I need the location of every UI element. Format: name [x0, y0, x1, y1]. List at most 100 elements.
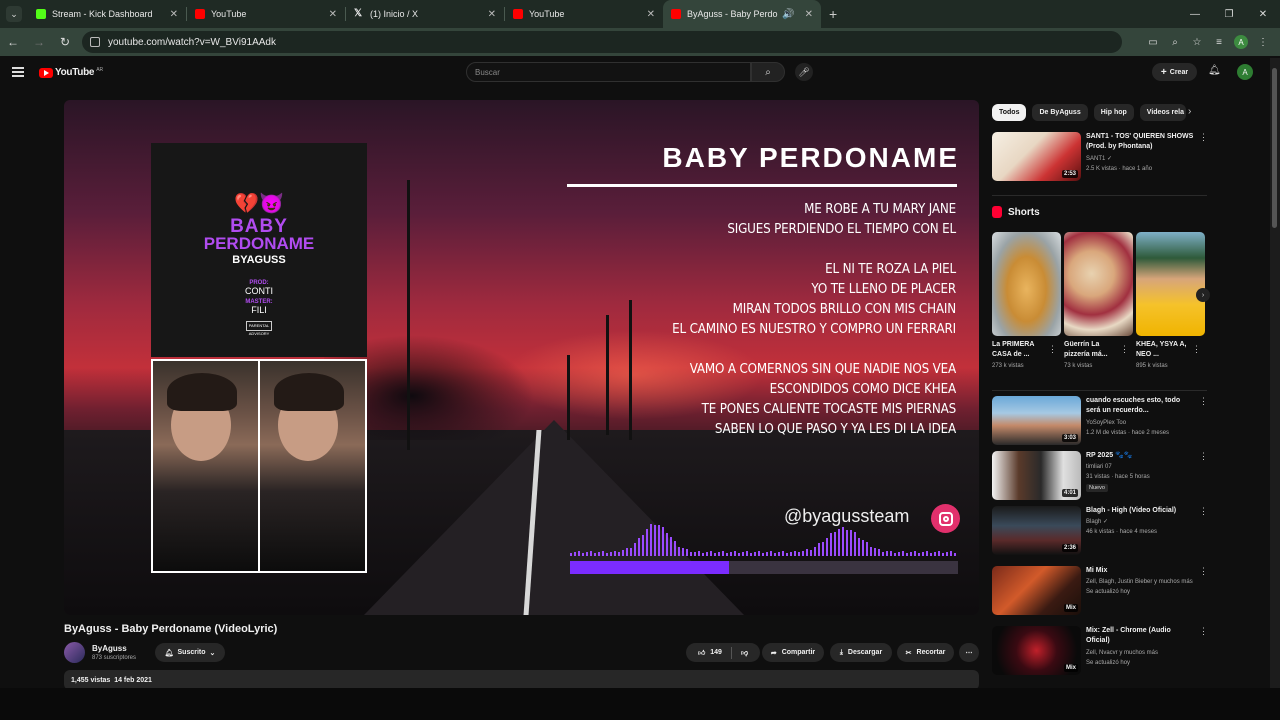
profile-avatar[interactable]: A: [1234, 35, 1248, 49]
more-options-icon[interactable]: ⋮: [1048, 344, 1057, 355]
search-button[interactable]: ⌕: [751, 62, 785, 82]
channel-avatar[interactable]: [64, 642, 85, 663]
filter-chips: Todos De ByAguss Hip hop Videos rela: [992, 104, 1186, 121]
close-icon[interactable]: ✕: [488, 9, 496, 20]
waveform-bar: [774, 553, 776, 556]
recommended-video[interactable]: 3:03 cuando escuches esto, todo será un …: [992, 396, 1208, 448]
short-item[interactable]: KHEA, YSYA A, NEO ... 895 k vistas ⋮: [1136, 232, 1205, 369]
short-item[interactable]: La PRIMERA CASA de ... 273 k vistas ⋮: [992, 232, 1061, 369]
waveform-bar: [618, 552, 620, 556]
waveform-bar: [718, 552, 720, 556]
dislike-button[interactable]: 👎︎: [741, 648, 748, 657]
more-options-icon[interactable]: ⋮: [1199, 451, 1208, 462]
new-tab-button[interactable]: +: [829, 6, 837, 22]
chevron-right-icon: ›: [1201, 291, 1205, 299]
recommended-mix[interactable]: Mix Mix: Zell - Chrome (Audio Oficial) Z…: [992, 626, 1208, 678]
close-icon[interactable]: ✕: [329, 9, 337, 20]
close-icon[interactable]: ✕: [170, 9, 178, 20]
lyric-line: MIRAN TODOS BRILLO CON MIS CHAIN: [732, 302, 957, 317]
like-button[interactable]: 👍︎ 149: [698, 648, 722, 657]
waveform-bar: [682, 548, 684, 556]
more-options-icon[interactable]: ⋮: [1199, 626, 1208, 637]
url-field[interactable]: youtube.com/watch?v=W_BVi91AAdk: [82, 31, 1122, 53]
site-info-icon[interactable]: [90, 37, 100, 47]
chip-related[interactable]: Videos rela: [1139, 104, 1186, 121]
chip-hip-hop[interactable]: Hip hop: [1093, 104, 1134, 121]
more-options-icon[interactable]: ⋮: [1120, 344, 1129, 355]
speaker-icon[interactable]: 🔊: [782, 9, 794, 20]
mix-label: Mix: [1063, 664, 1078, 672]
browser-menu-icon[interactable]: ⋮: [1252, 37, 1274, 48]
subscribed-button[interactable]: 🔔︎ Suscrito ⌄: [155, 643, 225, 662]
waveform-bar: [926, 551, 928, 556]
taskbar-area: [0, 688, 1280, 720]
more-options-icon[interactable]: ⋮: [1199, 132, 1208, 143]
chevron-right-icon[interactable]: ›: [1188, 106, 1191, 117]
waveform-bar: [934, 552, 936, 556]
tab-youtube-2[interactable]: YouTube ✕: [505, 0, 663, 28]
chip-all[interactable]: Todos: [992, 104, 1027, 121]
waveform-bar: [834, 532, 836, 556]
more-options-icon[interactable]: ⋮: [1192, 344, 1201, 355]
waveform-bar: [870, 547, 872, 556]
recommended-video[interactable]: 4:01 RP 2025 🐾🐾 timliari 07 31 vistas · …: [992, 451, 1208, 503]
create-button[interactable]: + Crear: [1152, 63, 1197, 81]
close-icon[interactable]: ✕: [805, 9, 813, 20]
bookmark-star-icon[interactable]: ☆: [1186, 37, 1208, 48]
waveform-bar: [570, 553, 572, 556]
album-cover: 💔😈 BABY PERDONAME BYAGUSS PROD: CONTI MA…: [151, 143, 367, 357]
reading-list-icon[interactable]: ≡: [1208, 37, 1230, 48]
search-input[interactable]: Buscar: [466, 62, 751, 82]
close-icon[interactable]: ✕: [647, 9, 655, 20]
video-meta: 2.5 K vistas · hace 1 año: [1086, 166, 1153, 172]
cast-icon[interactable]: ▭: [1142, 37, 1164, 48]
tab-active-video[interactable]: ByAguss - Baby Perdoname 🔊 ✕: [663, 0, 821, 28]
notifications-bell-icon[interactable]: 🔔︎: [1208, 65, 1221, 76]
more-options-icon[interactable]: ⋮: [1199, 566, 1208, 577]
zoom-icon[interactable]: ⌕: [1164, 37, 1186, 48]
recommended-video[interactable]: 2:36 Blagh - High (Video Oficial) Blagh …: [992, 506, 1208, 558]
forward-button[interactable]: →: [26, 35, 52, 49]
waveform-bar: [678, 546, 680, 556]
shorts-header: Shorts: [992, 206, 1040, 218]
youtube-logo[interactable]: YouTube AR: [39, 67, 103, 78]
short-thumbnail: [1136, 232, 1205, 336]
tab-kick[interactable]: Stream - Kick Dashboard ✕: [28, 0, 186, 28]
close-window-button[interactable]: ✕: [1246, 0, 1280, 28]
description-box[interactable]: 1,455 vistas 14 feb 2021: [64, 670, 979, 690]
download-icon: ⤓: [839, 648, 843, 656]
user-avatar[interactable]: A: [1237, 64, 1253, 80]
waveform-bar: [942, 553, 944, 556]
waveform-bar: [686, 549, 688, 556]
waveform-bar: [638, 537, 640, 556]
video-player[interactable]: 💔😈 BABY PERDONAME BYAGUSS PROD: CONTI MA…: [64, 100, 979, 615]
channel-name[interactable]: ByAguss: [92, 644, 127, 653]
waveform-bar: [758, 551, 760, 556]
voice-search-button[interactable]: 🎤︎: [795, 63, 813, 81]
video-duration: 4:01: [1061, 489, 1078, 497]
waveform-bar: [738, 553, 740, 556]
minimize-button[interactable]: —: [1178, 0, 1212, 28]
share-button[interactable]: ➦ Compartir: [762, 643, 824, 662]
waveform-bar: [706, 551, 708, 556]
tab-x[interactable]: 𝕏 (1) Inicio / X ✕: [346, 0, 504, 28]
chip-from-channel[interactable]: De ByAguss: [1032, 104, 1088, 121]
restore-button[interactable]: ❐: [1212, 0, 1246, 28]
more-options-icon[interactable]: ⋮: [1199, 396, 1208, 407]
reload-button[interactable]: ↻: [52, 35, 78, 49]
back-button[interactable]: ←: [0, 35, 26, 49]
short-item[interactable]: Güerrín La pizzería má... 73 k vistas ⋮: [1064, 232, 1133, 369]
tab-search-button[interactable]: ⌄: [6, 6, 22, 22]
more-options-icon[interactable]: ⋮: [1199, 506, 1208, 517]
more-actions-button[interactable]: ⋯: [959, 643, 979, 662]
hamburger-menu-icon[interactable]: [12, 67, 24, 77]
page-scrollbar[interactable]: [1270, 58, 1280, 688]
tab-label: ByAguss - Baby Perdoname: [687, 9, 778, 19]
recommended-mix[interactable]: Mix Mi Mix Zell, Blagh, Justin Bieber y …: [992, 566, 1208, 618]
tab-youtube-1[interactable]: YouTube ✕: [187, 0, 345, 28]
short-views: 273 k vistas: [992, 363, 1024, 369]
shorts-next-button[interactable]: ›: [1196, 288, 1210, 302]
clip-button[interactable]: ✂ Recortar: [897, 643, 954, 662]
recommended-video[interactable]: 2:53 SANT1 - TOS' QUIEREN SHOWS (Prod. b…: [992, 132, 1208, 184]
download-button[interactable]: ⤓ Descargar: [830, 643, 892, 662]
